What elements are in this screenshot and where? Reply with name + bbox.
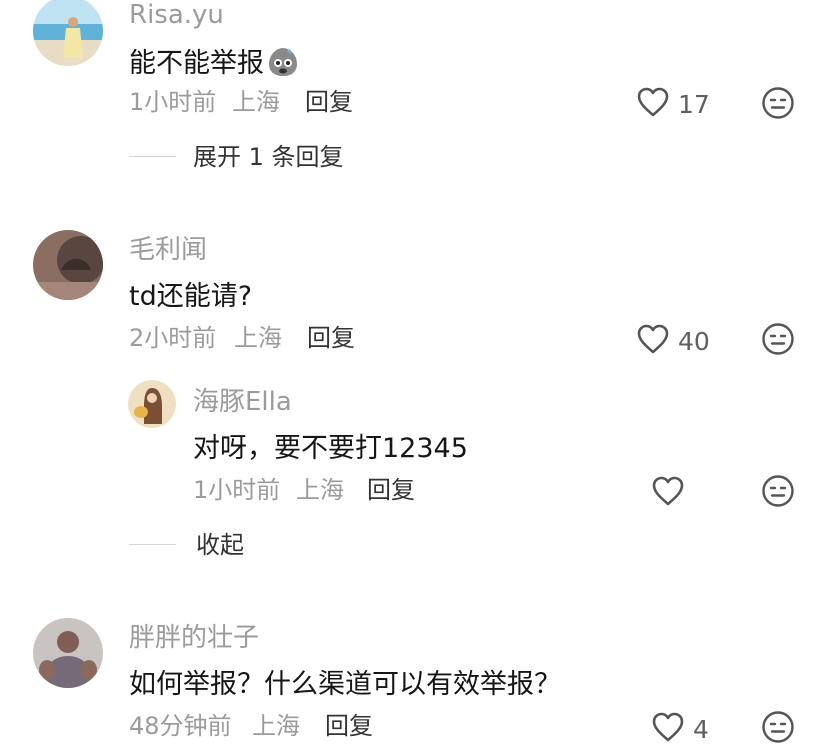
like-button[interactable]	[636, 323, 670, 355]
like-button[interactable]	[651, 475, 685, 507]
like-count: 4	[693, 715, 709, 744]
heart-icon	[652, 476, 684, 506]
collapse-replies-button[interactable]: 收起	[196, 533, 244, 557]
neutral-face-icon	[762, 87, 794, 119]
like-count: 17	[678, 90, 710, 119]
heart-icon	[637, 87, 669, 117]
like-count: 40	[678, 327, 710, 356]
avatar[interactable]	[33, 618, 103, 688]
like-button[interactable]	[636, 86, 670, 118]
avatar[interactable]	[33, 0, 103, 66]
avatar[interactable]	[128, 380, 176, 428]
comment-username[interactable]: 胖胖的壮子	[129, 625, 259, 651]
comment-text: 能不能举报	[129, 48, 264, 79]
reply-content: 对呀，要不要打12345	[193, 433, 468, 464]
comment-content: 如何举报？什么渠道可以有效举报？	[129, 669, 561, 700]
reply-button[interactable]: 回复	[305, 90, 353, 114]
comment-location: 上海	[232, 88, 280, 116]
comment-content: td还能请?	[129, 281, 253, 312]
neutral-face-icon	[762, 711, 794, 743]
heart-icon	[637, 324, 669, 354]
reply-location: 上海	[296, 476, 344, 504]
reply-button[interactable]: 回复	[325, 714, 373, 738]
divider	[129, 544, 176, 545]
comment-username[interactable]: Risa.yu	[129, 2, 224, 28]
dislike-button[interactable]	[761, 86, 795, 120]
reply-timestamp: 1小时前	[193, 476, 281, 504]
dislike-button[interactable]	[761, 474, 795, 508]
expand-replies-button[interactable]: 展开 1 条回复	[193, 145, 344, 169]
comment-timestamp: 1小时前	[129, 88, 217, 116]
comment-location: 上海	[234, 324, 282, 352]
dislike-button[interactable]	[761, 710, 795, 744]
comment-timestamp: 48分钟前	[129, 712, 232, 740]
comment-timestamp: 2小时前	[129, 324, 217, 352]
comment-username[interactable]: 毛利闻	[129, 237, 207, 263]
like-button[interactable]	[651, 711, 685, 743]
neutral-face-icon	[762, 323, 794, 355]
avatar[interactable]	[33, 230, 103, 300]
reply-button[interactable]: 回复	[307, 326, 355, 350]
dislike-button[interactable]	[761, 322, 795, 356]
sweat-face-emoji-icon	[266, 46, 300, 83]
reply-username[interactable]: 海豚Ella	[193, 389, 292, 415]
neutral-face-icon	[762, 475, 794, 507]
divider	[129, 156, 176, 157]
heart-icon	[652, 712, 684, 742]
reply-button[interactable]: 回复	[367, 478, 415, 502]
comment-content: 能不能举报	[129, 46, 300, 83]
comment-location: 上海	[252, 712, 300, 740]
